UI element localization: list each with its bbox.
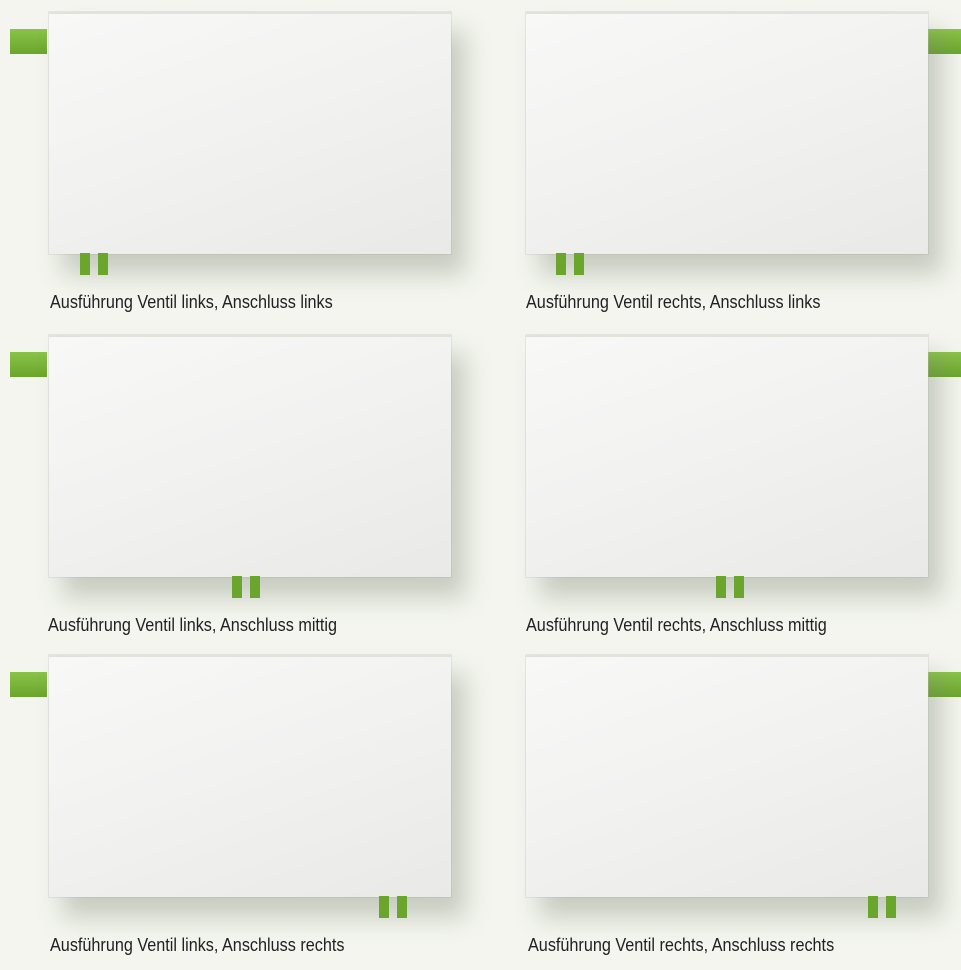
variant-caption: Ausführung Ventil links, Anschluss links: [50, 292, 333, 312]
pipe-left-2: [574, 253, 584, 275]
pipe-right-2: [397, 896, 407, 918]
variant-valve-right-connection-right: Ausführung Ventil rechts, Anschluss rech…: [522, 655, 961, 970]
valve-left: [10, 672, 47, 697]
pipe-middle-2: [250, 576, 260, 598]
pipe-right-2: [886, 896, 896, 918]
radiator-panel: [526, 12, 928, 254]
pipe-right-1: [379, 896, 389, 918]
pipe-left-1: [556, 253, 566, 275]
variant-valve-right-connection-left: Ausführung Ventil rechts, Anschluss link…: [522, 12, 961, 327]
variant-caption: Ausführung Ventil rechts, Anschluss link…: [526, 292, 821, 312]
variant-valve-left-connection-middle: Ausführung Ventil links, Anschluss mitti…: [10, 335, 451, 650]
variant-caption: Ausführung Ventil links, Anschluss mitti…: [48, 615, 338, 635]
pipe-left-2: [98, 253, 108, 275]
radiator-panel: [526, 655, 928, 897]
radiator-panel: [526, 335, 928, 577]
variant-caption: Ausführung Ventil rechts, Anschluss rech…: [528, 935, 835, 955]
radiator-variants-grid: Ausführung Ventil links, Anschluss links…: [0, 0, 961, 967]
radiator-panel: [49, 12, 451, 254]
valve-left: [10, 29, 47, 54]
valve-right: [926, 352, 961, 377]
pipe-middle-2: [734, 576, 744, 598]
pipe-left-1: [80, 253, 90, 275]
variant-caption: Ausführung Ventil rechts, Anschluss mitt…: [526, 615, 827, 635]
variant-caption: Ausführung Ventil links, Anschluss recht…: [50, 935, 345, 955]
variant-valve-right-connection-middle: Ausführung Ventil rechts, Anschluss mitt…: [522, 335, 961, 650]
radiator-panel: [49, 335, 451, 577]
pipe-middle-1: [716, 576, 726, 598]
valve-left: [10, 352, 47, 377]
valve-right: [926, 29, 961, 54]
variant-valve-left-connection-right: Ausführung Ventil links, Anschluss recht…: [10, 655, 451, 970]
valve-right: [926, 672, 961, 697]
pipe-right-1: [868, 896, 878, 918]
variant-valve-left-connection-left: Ausführung Ventil links, Anschluss links: [10, 12, 451, 327]
radiator-panel: [49, 655, 451, 897]
pipe-middle-1: [232, 576, 242, 598]
